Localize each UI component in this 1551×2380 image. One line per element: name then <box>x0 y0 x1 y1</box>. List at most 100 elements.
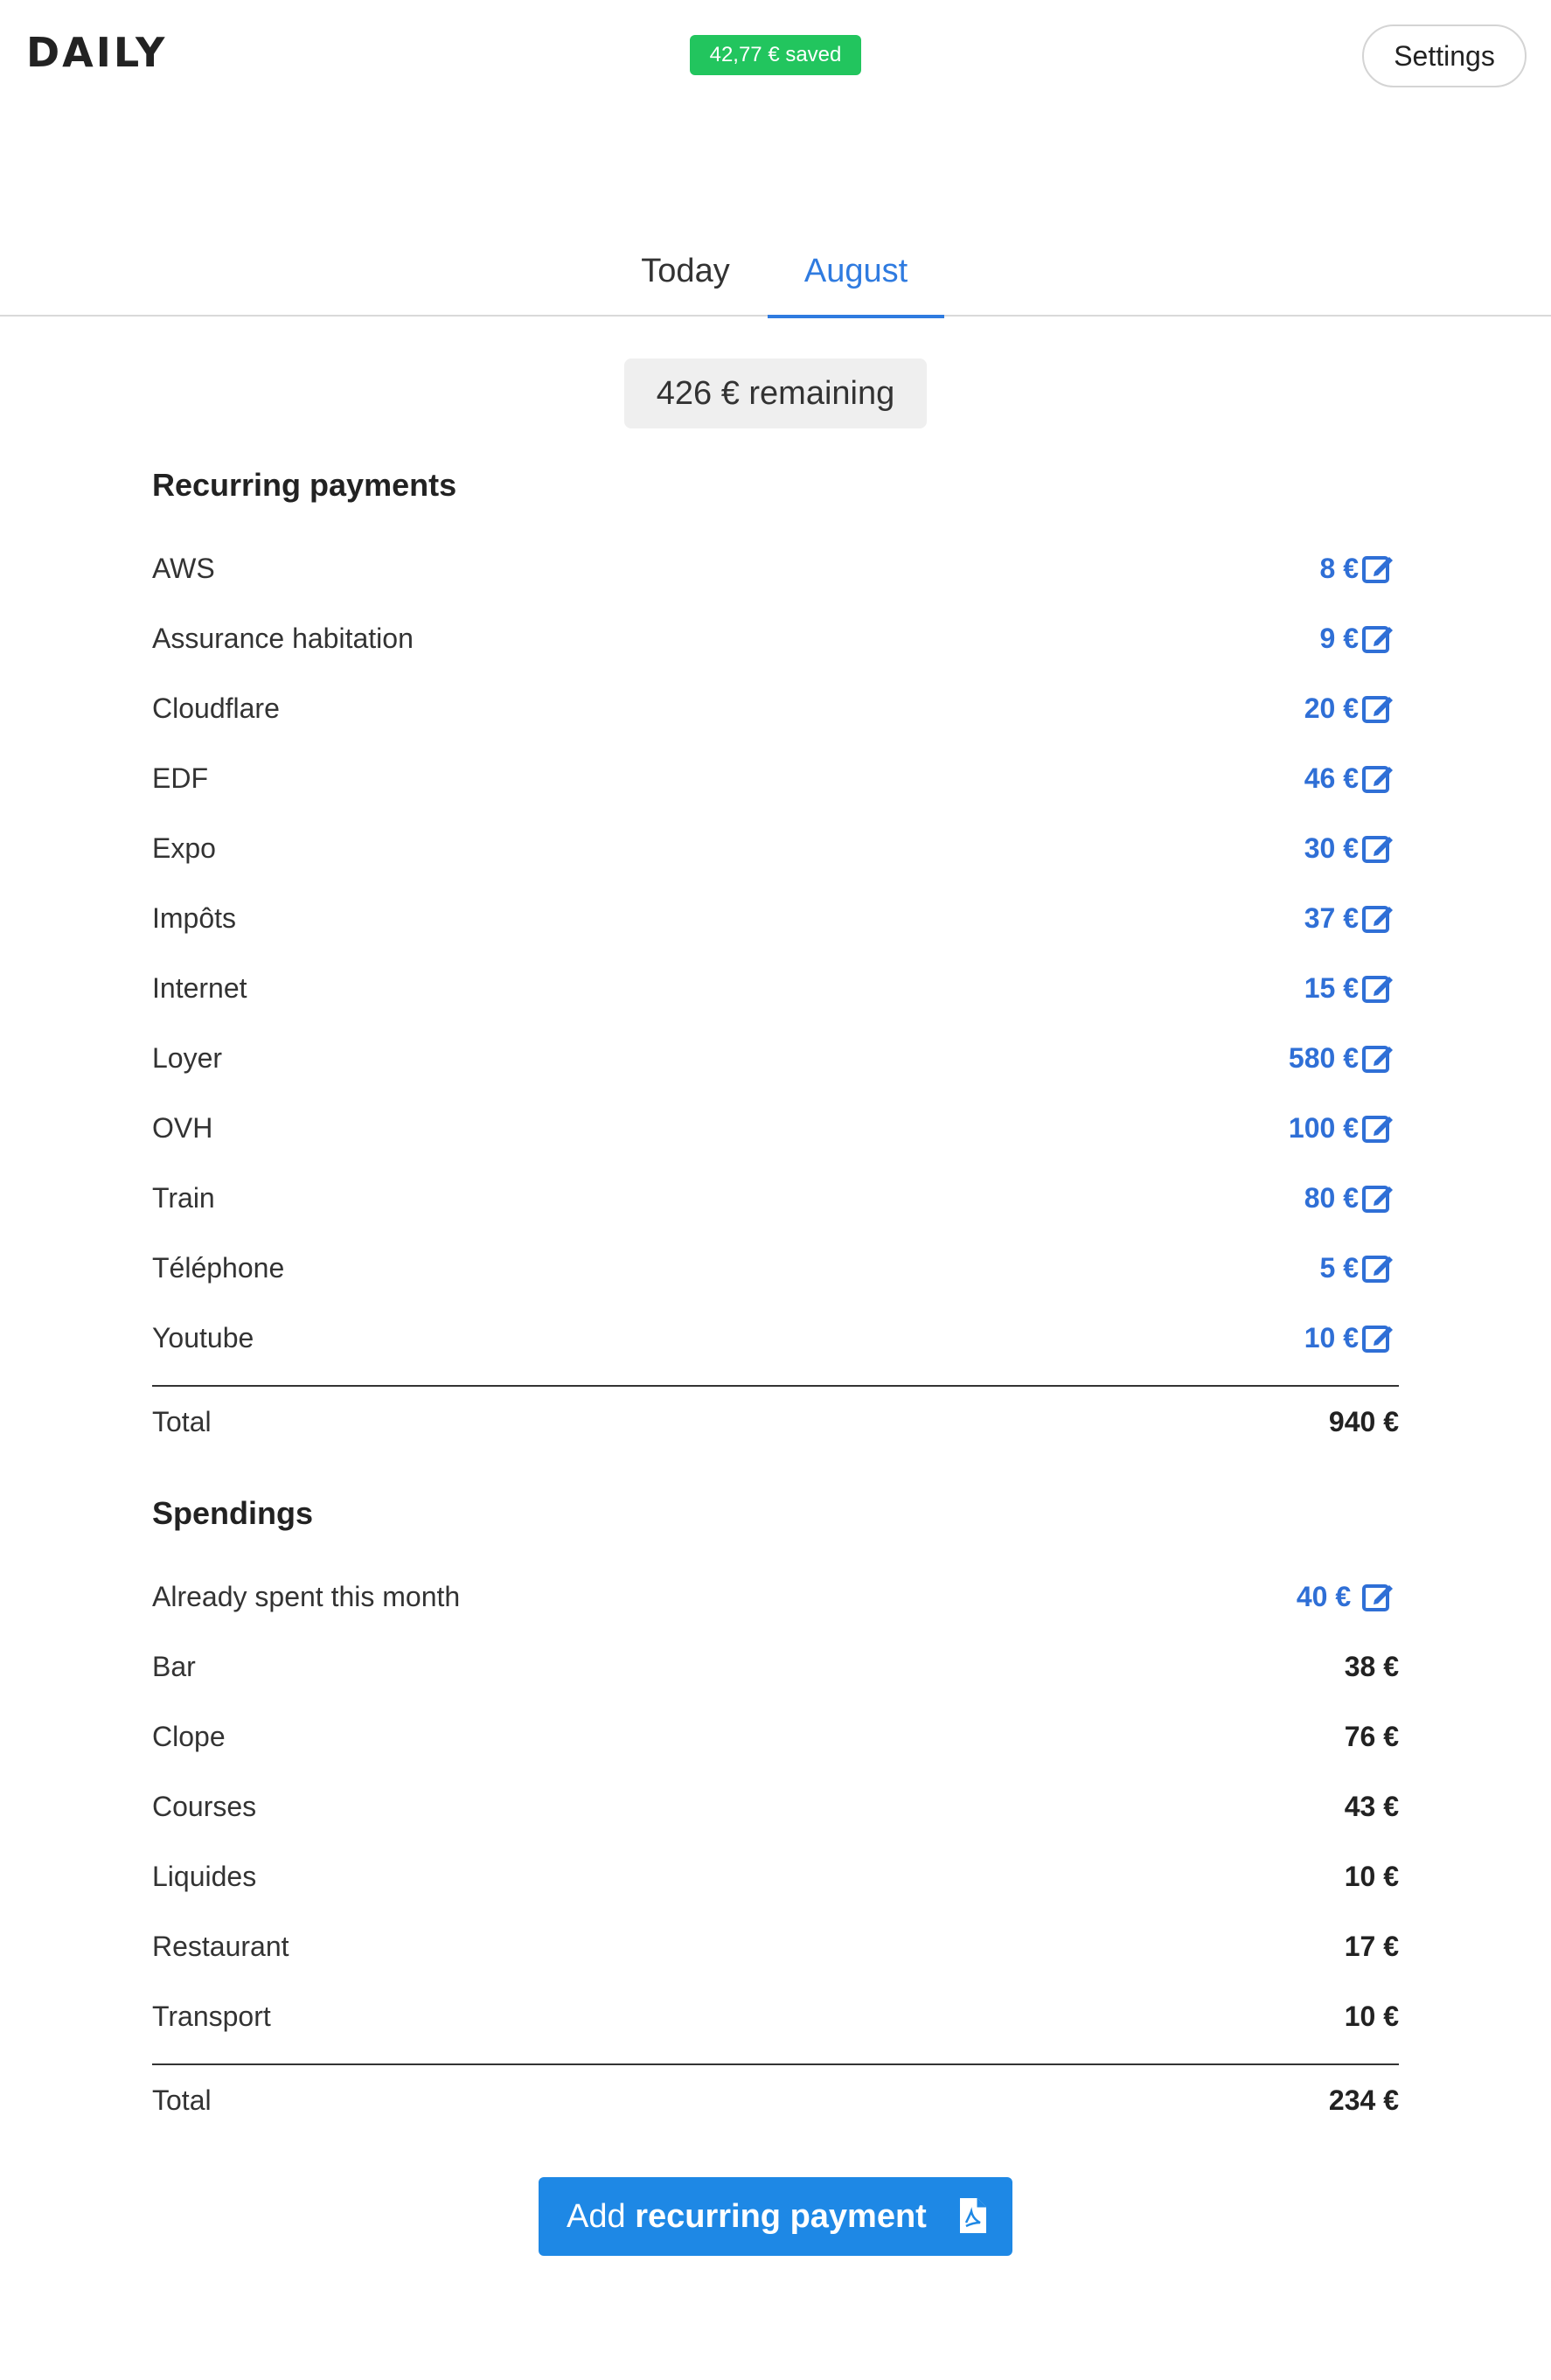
recurring-total-label: Total <box>152 1406 212 1437</box>
recurring-payment-row: Expo 30 € <box>152 813 1399 883</box>
add-recurring-payment-button[interactable]: Add recurring payment <box>539 2177 1012 2256</box>
already-spent-row: Already spent this month 40 € <box>152 1562 1399 1632</box>
recurring-payment-label: Internet <box>152 972 247 1004</box>
spending-amount: 17 € <box>1344 1931 1399 1962</box>
recurring-payment-edit[interactable]: 46 € <box>1304 743 1394 813</box>
spending-row: Transport 10 € <box>152 1981 1399 2051</box>
recurring-payment-amount: 80 € <box>1304 1182 1359 1214</box>
recurring-payment-label: Train <box>152 1182 215 1214</box>
recurring-payment-label: Cloudflare <box>152 692 280 724</box>
recurring-payment-row: EDF 46 € <box>152 743 1399 813</box>
recurring-payment-edit[interactable]: 10 € <box>1304 1303 1394 1373</box>
recurring-payment-edit[interactable]: 30 € <box>1304 813 1394 883</box>
recurring-payment-amount: 10 € <box>1304 1322 1359 1354</box>
app-root: DAILY 42,77 € saved Settings Today Augus… <box>0 0 1551 2380</box>
edit-icon <box>1362 1583 1393 1611</box>
recurring-payment-edit[interactable]: 37 € <box>1304 883 1394 953</box>
recurring-payment-row: Loyer 580 € <box>152 1023 1399 1093</box>
recurring-payment-amount: 580 € <box>1288 1042 1359 1074</box>
tab-today[interactable]: Today <box>616 236 755 317</box>
recurring-payments-title: Recurring payments <box>152 467 457 503</box>
spending-label: Transport <box>152 2001 271 2032</box>
recurring-payment-row: Cloudflare 20 € <box>152 673 1399 743</box>
recurring-payment-edit[interactable]: 15 € <box>1304 953 1394 1023</box>
recurring-payment-row: Internet 15 € <box>152 953 1399 1023</box>
document-icon <box>960 2198 986 2233</box>
recurring-payment-amount: 30 € <box>1304 832 1359 864</box>
edit-icon <box>1362 765 1393 793</box>
recurring-total-amount: 940 € <box>1328 1406 1399 1437</box>
spending-label: Courses <box>152 1791 257 1822</box>
recurring-payment-label: Expo <box>152 832 216 864</box>
edit-icon <box>1362 835 1393 863</box>
recurring-payment-row: Train 80 € <box>152 1163 1399 1233</box>
recurring-payment-edit[interactable]: 9 € <box>1320 603 1394 673</box>
recurring-payment-amount: 100 € <box>1288 1112 1359 1144</box>
recurring-payment-label: Loyer <box>152 1042 223 1074</box>
edit-icon <box>1362 1115 1393 1143</box>
recurring-payment-row: OVH 100 € <box>152 1093 1399 1163</box>
recurring-payment-edit[interactable]: 20 € <box>1304 673 1394 743</box>
spendings-total-amount: 234 € <box>1328 2084 1399 2116</box>
spending-amount: 10 € <box>1344 1861 1399 1892</box>
spending-label: Liquides <box>152 1861 257 1892</box>
settings-button[interactable]: Settings <box>1362 24 1527 87</box>
edit-icon <box>1362 975 1393 1003</box>
recurring-payment-amount: 37 € <box>1304 902 1359 934</box>
spendings-total-label: Total <box>152 2084 212 2116</box>
recurring-payment-edit[interactable]: 80 € <box>1304 1163 1394 1233</box>
spendings-total-row: Total 234 € <box>152 2065 1399 2135</box>
spending-row: Bar 38 € <box>152 1632 1399 1701</box>
edit-icon <box>1362 1045 1393 1073</box>
recurring-payment-label: EDF <box>152 762 208 794</box>
recurring-payment-label: Impôts <box>152 902 237 934</box>
already-spent-label: Already spent this month <box>152 1581 461 1612</box>
recurring-payment-row: Assurance habitation 9 € <box>152 603 1399 673</box>
app-logo: DAILY <box>26 29 168 76</box>
spendings-title: Spendings <box>152 1495 314 1531</box>
spending-amount: 10 € <box>1344 2001 1399 2032</box>
recurring-payment-amount: 20 € <box>1304 692 1359 724</box>
spending-row: Courses 43 € <box>152 1771 1399 1841</box>
spending-label: Bar <box>152 1651 196 1682</box>
edit-icon <box>1362 625 1393 653</box>
spending-amount: 43 € <box>1344 1791 1399 1822</box>
edit-icon <box>1362 1325 1393 1353</box>
recurring-payment-edit[interactable]: 100 € <box>1289 1093 1394 1163</box>
edit-icon <box>1362 1255 1393 1283</box>
remaining-budget: 426 € remaining <box>624 358 927 428</box>
edit-icon <box>1362 905 1393 933</box>
already-spent-edit[interactable]: 40 € <box>1297 1562 1394 1632</box>
spending-amount: 38 € <box>1344 1651 1399 1682</box>
tab-month[interactable]: August <box>768 236 944 318</box>
recurring-payment-label: Assurance habitation <box>152 623 414 654</box>
already-spent-amount: 40 € <box>1296 1581 1352 1612</box>
recurring-payment-row: Youtube 10 € <box>152 1303 1399 1373</box>
recurring-total-row: Total 940 € <box>152 1387 1399 1457</box>
spending-label: Clope <box>152 1721 226 1752</box>
edit-icon <box>1362 555 1393 583</box>
spending-row: Clope 76 € <box>152 1701 1399 1771</box>
recurring-payment-label: Téléphone <box>152 1252 285 1284</box>
recurring-payment-label: AWS <box>152 553 215 584</box>
recurring-payment-edit[interactable]: 5 € <box>1320 1233 1394 1303</box>
saved-badge: 42,77 € saved <box>690 35 861 75</box>
recurring-payment-amount: 46 € <box>1304 762 1359 794</box>
edit-icon <box>1362 1185 1393 1213</box>
recurring-payment-edit[interactable]: 580 € <box>1289 1023 1394 1093</box>
spending-amount: 76 € <box>1344 1721 1399 1752</box>
recurring-payment-amount: 9 € <box>1319 623 1359 654</box>
recurring-payment-edit[interactable]: 8 € <box>1320 533 1394 603</box>
recurring-payment-row: AWS 8 € <box>152 533 1399 603</box>
spending-row: Liquides 10 € <box>152 1841 1399 1911</box>
edit-icon <box>1362 695 1393 723</box>
recurring-payment-row: Impôts 37 € <box>152 883 1399 953</box>
recurring-payment-row: Téléphone 5 € <box>152 1233 1399 1303</box>
top-bar: DAILY 42,77 € saved Settings <box>0 0 1551 114</box>
recurring-payment-label: OVH <box>152 1112 213 1144</box>
recurring-payment-amount: 15 € <box>1304 972 1359 1004</box>
recurring-payment-amount: 5 € <box>1319 1252 1359 1284</box>
recurring-payment-amount: 8 € <box>1319 553 1359 584</box>
spending-row: Restaurant 17 € <box>152 1911 1399 1981</box>
recurring-payment-label: Youtube <box>152 1322 254 1354</box>
